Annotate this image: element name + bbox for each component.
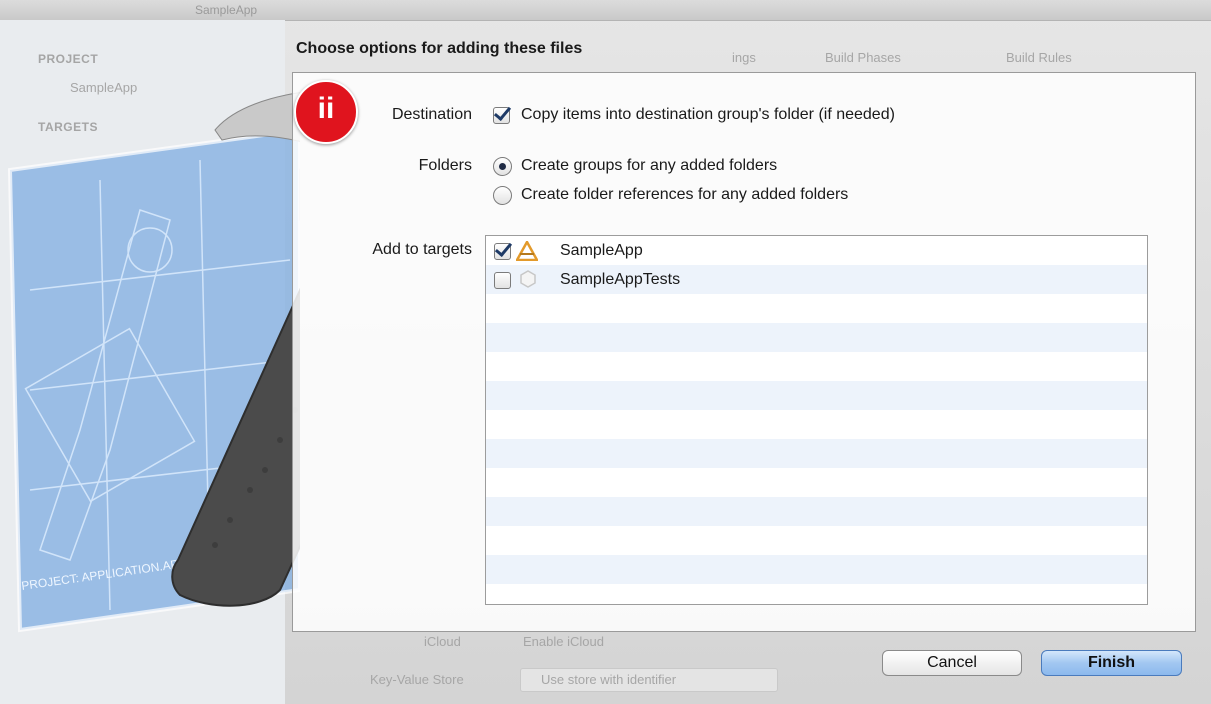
icloud-label: iCloud xyxy=(424,634,461,649)
create-groups-radio[interactable] xyxy=(493,157,512,176)
tab-build-phases: Build Phases xyxy=(825,50,901,65)
test-bundle-icon xyxy=(520,270,536,288)
folders-label: Folders xyxy=(418,157,472,174)
target-sampleapptests-checkbox[interactable] xyxy=(494,272,511,289)
create-folder-references-radio[interactable] xyxy=(493,186,512,205)
target-sampleapp-label: SampleApp xyxy=(560,242,643,259)
app-target-icon xyxy=(516,241,538,261)
kvs-field: Use store with identifier xyxy=(520,668,778,692)
cancel-button[interactable]: Cancel xyxy=(882,650,1022,676)
destination-label: Destination xyxy=(391,106,472,123)
tab-build-rules: Build Rules xyxy=(1006,50,1072,65)
target-sampleapp-checkbox[interactable] xyxy=(494,243,511,260)
tab-capabilities: ings xyxy=(732,50,756,65)
sheet-title: Choose options for adding these files xyxy=(296,40,583,57)
project-header: PROJECT xyxy=(38,52,99,66)
finish-button[interactable]: Finish xyxy=(1041,650,1182,676)
xcode-blueprint-hammer-art: PROJECT: APPLICATION.APP xyxy=(7,91,300,633)
copy-items-checkbox[interactable] xyxy=(493,107,510,124)
kvs-label: Key-Value Store xyxy=(370,672,464,687)
target-sampleapptests-label: SampleAppTests xyxy=(560,271,681,288)
create-groups-label[interactable]: Create groups for any added folders xyxy=(521,157,777,175)
icloud-value: Enable iCloud xyxy=(523,634,604,649)
create-folder-references-label[interactable]: Create folder references for any added f… xyxy=(521,186,848,204)
window-title: SampleApp xyxy=(195,3,258,17)
targets-list[interactable]: SampleApp SampleAppTests xyxy=(485,235,1148,605)
copy-items-label[interactable]: Copy items into destination group's fold… xyxy=(521,106,895,124)
window-titlebar: SampleApp xyxy=(0,0,1211,21)
add-to-targets-label: Add to targets xyxy=(372,241,472,258)
